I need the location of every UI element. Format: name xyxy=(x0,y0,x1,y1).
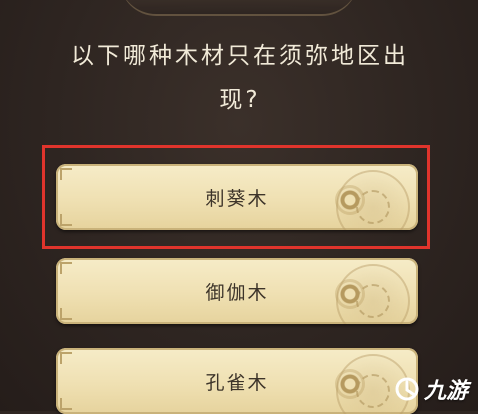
option-button-1[interactable]: 刺葵木 xyxy=(56,164,418,230)
question-line-1: 以下哪种木材只在须弥地区出 xyxy=(71,43,409,69)
nine-game-logo-icon xyxy=(394,376,420,402)
option-label: 孔雀木 xyxy=(205,371,269,394)
top-ornament xyxy=(120,0,358,16)
quiz-panel: 以下哪种木材只在须弥地区出 现? 刺葵木 御伽木 孔雀木 九游 xyxy=(0,0,478,414)
option-label: 刺葵木 xyxy=(205,187,269,210)
option-button-2[interactable]: 御伽木 xyxy=(56,258,418,324)
option-button-3[interactable]: 孔雀木 xyxy=(56,348,418,414)
watermark-text: 九游 xyxy=(423,379,468,404)
option-label: 御伽木 xyxy=(205,281,269,304)
question-text: 以下哪种木材只在须弥地区出 现? xyxy=(40,34,440,122)
question-line-2: 现? xyxy=(219,87,261,113)
watermark: 九游 xyxy=(394,373,468,405)
